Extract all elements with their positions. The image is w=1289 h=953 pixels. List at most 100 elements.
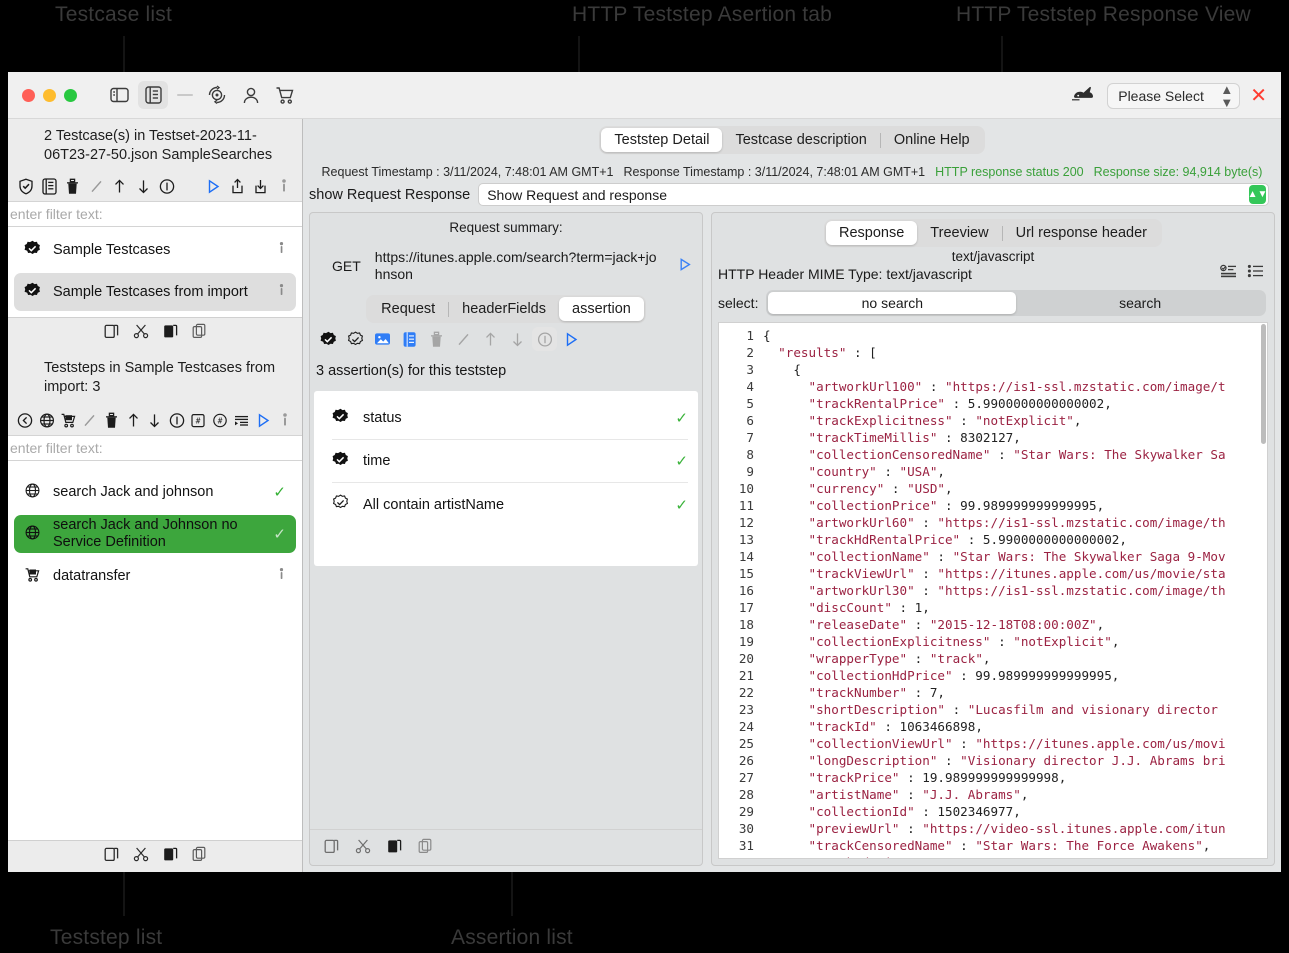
code-line: 25 "collectionViewUrl" : "https://itunes… xyxy=(719,735,1267,752)
move-down-icon[interactable] xyxy=(132,174,156,198)
testcase-list-view-icon[interactable] xyxy=(138,81,168,109)
move-up-icon[interactable] xyxy=(108,174,132,198)
back-history-icon[interactable] xyxy=(14,408,36,432)
run-testcase-icon[interactable] xyxy=(202,174,226,198)
edit-pencil-icon[interactable] xyxy=(451,327,476,351)
mime-type-center-label: text/javascript xyxy=(951,249,1035,264)
close-window-button[interactable] xyxy=(22,88,35,102)
cart-icon[interactable] xyxy=(57,408,79,432)
tab-testcase-description[interactable]: Testcase description xyxy=(722,128,879,152)
code-line: 3 { xyxy=(719,361,1267,378)
hash-square-icon[interactable]: # xyxy=(188,408,210,432)
run-teststep-icon[interactable] xyxy=(253,408,275,432)
cart-icon[interactable] xyxy=(270,81,300,109)
line-numbers-icon[interactable] xyxy=(1247,264,1264,284)
hash-circle-icon[interactable]: # xyxy=(209,408,231,432)
image-assertion-icon[interactable] xyxy=(370,327,395,351)
duplicate-icon[interactable] xyxy=(192,323,207,344)
person-marker-icon[interactable] xyxy=(274,408,296,432)
export-icon[interactable] xyxy=(226,174,250,198)
teststep-row-1[interactable]: search Jack and Johnson no Service Defin… xyxy=(14,515,296,553)
indent-list-icon[interactable] xyxy=(231,408,253,432)
user-account-icon[interactable] xyxy=(236,81,266,109)
tab-request[interactable]: Request xyxy=(368,297,448,321)
move-down-icon[interactable] xyxy=(505,327,530,351)
code-line-number: 4 xyxy=(746,379,754,394)
segment-search[interactable]: search xyxy=(1016,292,1264,314)
move-up-icon[interactable] xyxy=(122,408,144,432)
edit-pencil-icon[interactable] xyxy=(85,174,109,198)
tab-response[interactable]: Response xyxy=(826,221,918,245)
info-icon[interactable] xyxy=(532,327,557,351)
minimize-window-button[interactable] xyxy=(43,88,56,102)
delete-icon[interactable] xyxy=(424,327,449,351)
duplicate-icon[interactable] xyxy=(192,846,207,867)
info-icon[interactable] xyxy=(155,174,179,198)
testcase-filter-input[interactable]: enter filter text: xyxy=(8,201,302,227)
request-meta-row: Request Timestamp : 3/11/2024, 7:48:01 A… xyxy=(303,159,1281,183)
tab-assertion[interactable]: assertion xyxy=(559,297,644,321)
response-scrollbar[interactable] xyxy=(1261,324,1266,857)
testcase-row-1[interactable]: Sample Testcases from import xyxy=(14,273,296,311)
badge-check-outline-icon[interactable] xyxy=(343,327,368,351)
tab-online-help[interactable]: Online Help xyxy=(881,128,983,152)
tab-treeview[interactable]: Treeview xyxy=(917,221,1001,245)
badge-check-filled-icon[interactable] xyxy=(316,327,341,351)
maximize-window-button[interactable] xyxy=(64,88,77,102)
paste-icon[interactable] xyxy=(104,846,119,867)
badge-check-filled-icon xyxy=(332,451,349,472)
please-select-dropdown[interactable]: Please Select ▲ ▼ xyxy=(1107,82,1241,109)
assertion-row-0[interactable]: status ✓ xyxy=(332,397,688,440)
show-request-response-select[interactable]: Show Request and response ▲▼ xyxy=(478,183,1269,206)
move-down-icon[interactable] xyxy=(144,408,166,432)
globe-icon[interactable] xyxy=(36,408,58,432)
response-code-view[interactable]: 1{2 "results" : [3 {4 "artworkUrl100" : … xyxy=(718,322,1268,859)
testcase-row-0[interactable]: Sample Testcases xyxy=(14,231,296,269)
run-request-icon[interactable] xyxy=(678,257,692,276)
scrollbar-thumb[interactable] xyxy=(1261,324,1266,444)
testcase-panel-title: 2 Testcase(s) in Testset-2023-11-06T23-2… xyxy=(44,128,273,163)
teststep-label: search Jack and johnson xyxy=(53,483,214,500)
tab-teststep-detail[interactable]: Teststep Detail xyxy=(601,128,723,152)
cut-icon[interactable] xyxy=(133,846,149,867)
import-icon[interactable] xyxy=(249,174,273,198)
assertion-row-2[interactable]: All contain artistName ✓ xyxy=(332,483,688,526)
document-assertion-icon[interactable] xyxy=(397,327,422,351)
cut-icon[interactable] xyxy=(133,323,149,344)
close-icon[interactable]: ✕ xyxy=(1250,86,1267,106)
tab-url-response-header[interactable]: Url response header xyxy=(1003,221,1160,245)
paste-icon[interactable] xyxy=(104,323,119,344)
code-line-text: "trackId" : 1063466898, xyxy=(808,719,983,734)
copy-icon[interactable] xyxy=(163,846,178,867)
teststep-panel-title: Teststeps in Sample Testcases from impor… xyxy=(44,360,276,395)
teststep-row-2[interactable]: datatransfer xyxy=(14,557,296,595)
code-line-number: 2 xyxy=(746,345,754,360)
teststep-row-0[interactable]: search Jack and johnson ✓ xyxy=(14,473,296,511)
select-all-lines-icon[interactable] xyxy=(1220,264,1237,284)
tab-headerfields[interactable]: headerFields xyxy=(449,297,559,321)
delete-icon[interactable] xyxy=(61,174,85,198)
person-marker-icon xyxy=(277,567,286,585)
teststep-filter-input[interactable]: enter filter text: xyxy=(8,435,302,461)
edit-pencil-icon[interactable] xyxy=(79,408,101,432)
move-up-icon[interactable] xyxy=(478,327,503,351)
rabbit-icon[interactable] xyxy=(1071,84,1097,107)
code-line: 6 "trackExplicitness" : "notExplicit", xyxy=(719,412,1267,429)
cut-icon[interactable] xyxy=(355,838,371,859)
run-assertion-icon[interactable] xyxy=(559,327,584,351)
sidebar-toggle-icon[interactable] xyxy=(104,81,134,109)
request-method: GET xyxy=(332,258,361,274)
segment-no-search[interactable]: no search xyxy=(768,292,1017,314)
paste-icon[interactable] xyxy=(324,838,339,859)
refresh-settings-icon[interactable] xyxy=(202,81,232,109)
delete-icon[interactable] xyxy=(101,408,123,432)
duplicate-icon[interactable] xyxy=(418,838,433,859)
person-marker-icon[interactable] xyxy=(273,174,297,198)
shield-check-icon[interactable] xyxy=(14,174,38,198)
copy-icon[interactable] xyxy=(387,838,402,859)
code-line-number: 3 xyxy=(746,362,754,377)
new-testcase-icon[interactable] xyxy=(38,174,62,198)
info-icon[interactable] xyxy=(166,408,188,432)
assertion-row-1[interactable]: time ✓ xyxy=(332,440,688,483)
copy-icon[interactable] xyxy=(163,323,178,344)
